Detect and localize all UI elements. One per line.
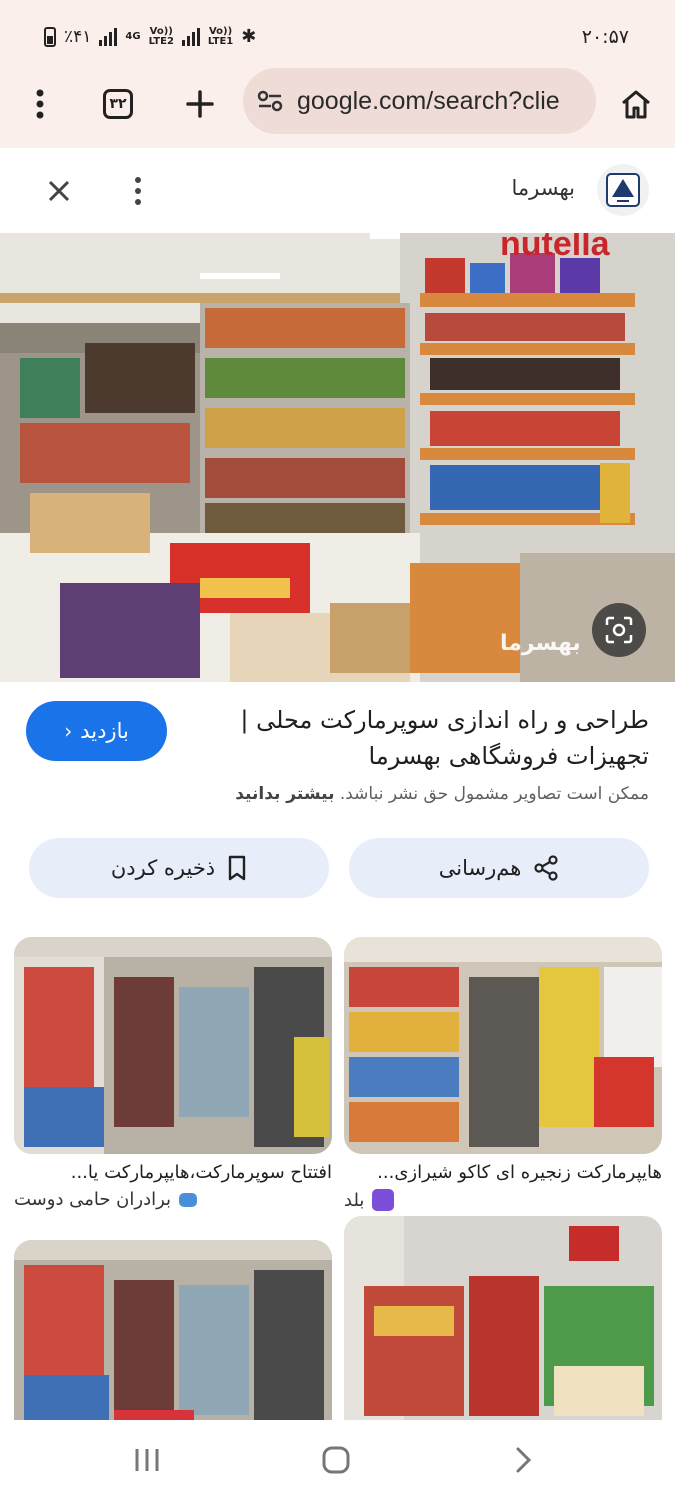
battery-icon xyxy=(44,26,56,47)
related-source: برادران حامی دوست xyxy=(14,1189,332,1210)
related-card[interactable]: هایپرمارکت زنجیره ای کاکو شیرازی... بلد xyxy=(344,937,662,1211)
related-thumbnail[interactable] xyxy=(14,937,332,1154)
image-title: طراحی و راه اندازی سوپرمارکت محلی | تجهی… xyxy=(240,706,649,770)
source-favicon xyxy=(179,1192,198,1207)
clock: ۲۰:۵۷ xyxy=(581,26,629,48)
related-photo xyxy=(344,1216,662,1420)
save-button[interactable]: ذخیره کردن xyxy=(29,838,329,898)
url-text: google.com/search?clie xyxy=(297,86,560,115)
network-type-4g: 4G xyxy=(125,30,141,42)
related-photo xyxy=(14,1240,332,1420)
learn-more-link[interactable]: بیشتر بدانید xyxy=(235,784,334,804)
status-bar: ٪۴۱ 4G Vo)) LTE2 Vo)) LTE1 ✱ ۲۰:۵۷ xyxy=(0,0,675,76)
system-nav-bar xyxy=(0,1420,675,1500)
related-title: هایپرمارکت زنجیره ای کاکو شیرازی... xyxy=(377,1162,662,1183)
copyright-text: ممکن است تصاویر مشمول حق نشر نباشد. xyxy=(339,784,649,804)
back-icon[interactable] xyxy=(494,1438,554,1482)
network-volte2: Vo)) LTE2 xyxy=(148,25,174,47)
browser-toolbar: ۳۲ google.com/search?clie xyxy=(0,68,675,148)
copyright-notice: ممکن است تصاویر مشمول حق نشر نباشد. بیشت… xyxy=(235,784,649,804)
related-thumbnail[interactable] xyxy=(14,1240,332,1420)
supermarket-photo: nutella xyxy=(0,233,675,682)
related-thumbnail[interactable] xyxy=(344,1216,662,1420)
url-bar[interactable]: google.com/search?clie xyxy=(243,68,596,134)
status-icons: ٪۴۱ 4G Vo)) LTE2 Vo)) LTE1 ✱ xyxy=(44,26,256,47)
save-label: ذخیره کردن xyxy=(110,856,216,880)
related-photo xyxy=(14,937,332,1154)
battery-level: ٪۴۱ xyxy=(64,26,92,47)
signal-icon-2 xyxy=(181,27,200,46)
related-thumbnail[interactable] xyxy=(344,937,662,1154)
share-icon xyxy=(533,855,559,881)
tune-icon[interactable] xyxy=(257,90,283,112)
source-label: برادران حامی دوست xyxy=(14,1189,172,1210)
share-label: هم‌رسانی xyxy=(438,856,522,880)
image-viewer-panel: بهسرما nutella بهسرما طراحی و راه اندازی… xyxy=(0,148,675,1420)
close-icon[interactable] xyxy=(40,172,78,210)
source-label: بلد xyxy=(344,1189,365,1211)
related-source: بلد xyxy=(344,1189,662,1211)
chevron-left-icon: ‹ xyxy=(64,719,73,743)
home-icon[interactable] xyxy=(608,76,664,132)
related-card[interactable] xyxy=(14,1240,332,1420)
bookmark-icon xyxy=(227,855,247,881)
visit-label: بازدید xyxy=(80,719,129,743)
related-card[interactable]: افتتاح سوپرمارکت،هایپرمارکت یا... برادرا… xyxy=(14,937,332,1210)
watermark: بهسرما xyxy=(500,631,581,656)
source-logo xyxy=(597,164,649,216)
signal-icon xyxy=(99,27,118,46)
panel-header: بهسرما xyxy=(0,148,675,233)
plus-icon[interactable] xyxy=(172,76,228,132)
share-button[interactable]: هم‌رسانی xyxy=(349,838,649,898)
bluetooth-icon: ✱ xyxy=(241,26,257,47)
source-favicon xyxy=(372,1189,395,1211)
tab-count: ۳۲ xyxy=(103,89,133,119)
tab-switcher-button[interactable]: ۳۲ xyxy=(90,76,146,132)
lens-icon[interactable] xyxy=(592,603,646,657)
visit-button[interactable]: بازدید ‹ xyxy=(26,701,167,761)
more-vert-icon[interactable] xyxy=(12,76,68,132)
network-volte1: Vo)) LTE1 xyxy=(207,25,234,47)
svg-text:nutella: nutella xyxy=(500,233,611,263)
related-photo xyxy=(344,937,662,1154)
more-vert-icon[interactable] xyxy=(128,172,148,210)
main-image[interactable]: nutella بهسرما xyxy=(0,233,675,682)
recent-apps-icon[interactable] xyxy=(117,1438,177,1482)
source-name[interactable]: بهسرما xyxy=(512,176,576,200)
home-nav-icon[interactable] xyxy=(306,1438,366,1482)
related-card[interactable] xyxy=(344,1216,662,1420)
related-title: افتتاح سوپرمارکت،هایپرمارکت یا... xyxy=(70,1162,332,1183)
